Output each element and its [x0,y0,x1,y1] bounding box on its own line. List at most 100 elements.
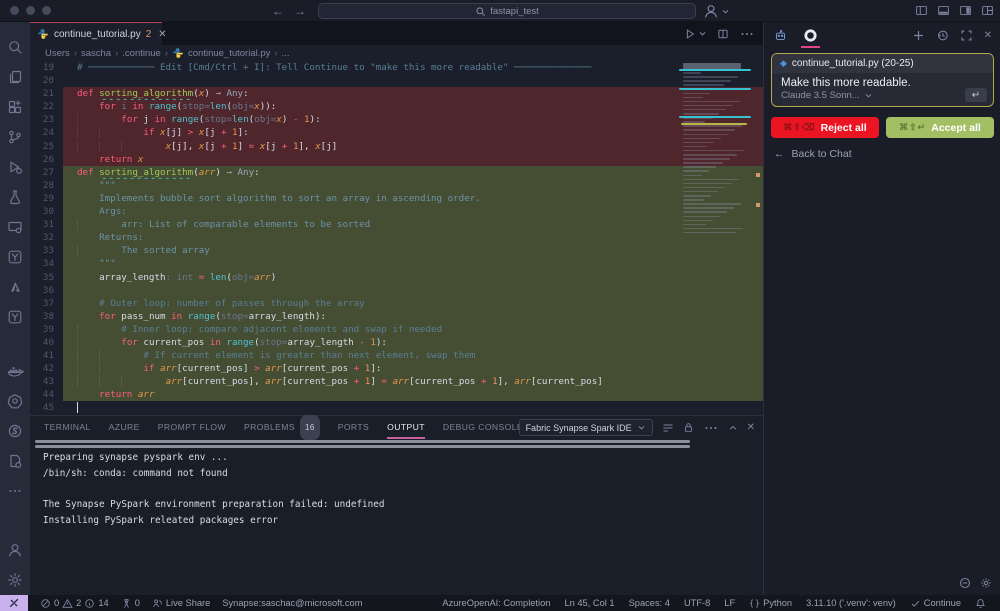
code-line-21[interactable]: 21def sorting_algorithm(x) → Any: [30,87,763,100]
panel-tab-ports[interactable]: PORTS [338,416,369,439]
activity-account-icon[interactable] [0,535,30,565]
minimap[interactable] [679,61,751,415]
code-line-41[interactable]: 41 # If current element is greater than … [30,349,763,362]
lock-scroll-icon[interactable] [683,422,694,433]
ports-status[interactable]: 0 [121,598,140,609]
panel-tab-azure[interactable]: AZURE [109,416,140,439]
status-lf[interactable]: LF [724,598,735,608]
code-line-26[interactable]: 26 return x [30,153,763,166]
code-line-32[interactable]: 32 Returns: [30,231,763,244]
status-ln-45-col-1[interactable]: Ln 45, Col 1 [564,598,614,608]
edit-range-chip[interactable]: ◆ continue_tutorial.py (20-25) [772,54,993,73]
panel-tab-output[interactable]: OUTPUT [387,416,425,439]
model-selector[interactable]: Claude 3.5 Sonn... [781,90,873,101]
command-center-search[interactable]: fastapi_test [318,3,696,19]
panel-more-actions-button[interactable] [703,420,719,436]
activity-docker-icon[interactable] [0,356,30,386]
code-line-37[interactable]: 37 # Outer loop: number of passes throug… [30,297,763,310]
activity-run-debug-icon[interactable] [0,152,30,182]
status-spaces-4[interactable]: Spaces: 4 [629,598,670,608]
output-wordwrap-button[interactable] [662,422,674,434]
accept-all-button[interactable]: ⌘⇧↵ Accept all [886,117,994,138]
code-line-34[interactable]: 34 """ [30,257,763,270]
activity-api-request-icon[interactable] [0,446,30,476]
run-python-file-button[interactable] [684,28,696,40]
tab-continue[interactable] [801,22,820,48]
activity-settings-gear-icon[interactable] [0,565,30,595]
minimize-window-button[interactable] [26,6,35,15]
activity-remote-explorer-icon[interactable] [0,212,30,242]
activity-search-icon[interactable] [0,32,30,62]
panel-tab-prompt-flow[interactable]: PROMPT FLOW [158,416,226,439]
status-python[interactable]: Python [749,598,792,609]
code-line-22[interactable]: 22 for i in range(stop=len(obj=x)): [30,100,763,113]
toggle-secondary-sidebar-button[interactable] [959,4,972,17]
close-window-button[interactable] [10,6,19,15]
activity-source-control-icon[interactable] [0,122,30,152]
zoom-window-button[interactable] [42,6,51,15]
code-line-27[interactable]: 27def sorting_algorithm(arr) → Any: [30,166,763,179]
code-line-33[interactable]: 33 The sorted array [30,244,763,257]
activity-kubernetes-icon[interactable] [0,386,30,416]
toggle-panel-button[interactable] [937,4,950,17]
code-line-35[interactable]: 35 array_length: int = len(obj=arr) [30,271,763,284]
back-to-chat-link[interactable]: ← Back to Chat [774,148,852,160]
collapse-icon[interactable] [959,577,971,589]
maximize-panel-button[interactable] [728,423,738,433]
breadcrumb-item[interactable]: Users [45,48,70,59]
activity-explorer-files-icon[interactable] [0,62,30,92]
breadcrumb-item[interactable]: sascha [81,48,111,59]
code-line-44[interactable]: 44 return arr [30,388,763,401]
code-line-23[interactable]: 23 for j in range(stop=len(obj=x) - 1): [30,113,763,126]
toggle-primary-sidebar-button[interactable] [915,4,928,17]
history-forward-button[interactable]: → [294,4,306,18]
profile-menu[interactable] [703,3,730,19]
continue-settings-icon[interactable] [980,577,992,589]
new-session-button[interactable] [912,29,925,42]
code-line-38[interactable]: 38 for pass_num in range(stop=array_leng… [30,310,763,323]
run-options-chevron-icon[interactable] [698,29,707,38]
tab-continue-tutorial[interactable]: continue_tutorial.py 2 ✕ [30,22,162,45]
azure-account-status[interactable]: Synapse:saschac@microsoft.com [222,598,362,608]
code-line-24[interactable]: 24 if x[j] > x[j + 1]: [30,126,763,139]
edit-prompt-card[interactable]: ◆ continue_tutorial.py (20-25) Make this… [771,53,994,107]
activity-synapse-spark-icon[interactable] [0,416,30,446]
close-tab-button[interactable]: ✕ [158,29,166,40]
output-channel-select[interactable]: Fabric Synapse Spark IDE [519,419,653,436]
breadcrumb[interactable]: Users›sascha›.continue›continue_tutorial… [30,45,763,61]
code-line-20[interactable]: 20 [30,74,763,87]
editor-more-actions-button[interactable] [739,26,755,42]
code-line-39[interactable]: 39 # Inner loop: compare adjacent elemen… [30,323,763,336]
tab-teams-toolkit[interactable] [772,22,789,48]
activity-workflow-icon[interactable] [0,302,30,332]
panel-tab-debug-console[interactable]: DEBUG CONSOLE [443,416,523,439]
code-line-40[interactable]: 40 for current_pos in range(stop=array_l… [30,336,763,349]
reject-all-button[interactable]: ⌘⇧⌫ Reject all [771,117,879,138]
activity-azure-icon[interactable] [0,272,30,302]
code-line-31[interactable]: 31 arr: List of comparable elements to b… [30,218,763,231]
remote-indicator[interactable] [0,595,28,611]
code-line-43[interactable]: 43 arr[current_pos], arr[current_pos + 1… [30,375,763,388]
code-line-42[interactable]: 42 if arr[current_pos] > arr[current_pos… [30,362,763,375]
status-continue[interactable]: Continue [910,598,961,609]
activity-prompt-flow-icon[interactable] [0,242,30,272]
notifications-bell-button[interactable] [975,598,986,609]
code-line-19[interactable]: 19# ──────────── Edit [Cmd/Ctrl + I]: Te… [30,61,763,74]
close-panel-button[interactable]: ✕ [747,422,755,433]
breadcrumb-item[interactable]: .continue [122,48,161,59]
code-line-36[interactable]: 36 [30,284,763,297]
history-button[interactable] [936,29,949,42]
status-azureopenai-completion[interactable]: AzureOpenAI: Completion [442,598,550,608]
history-back-button[interactable]: ← [272,4,284,18]
breadcrumb-item[interactable]: ... [282,48,290,59]
status-utf-8[interactable]: UTF-8 [684,598,710,608]
breadcrumb-item[interactable]: continue_tutorial.py [188,48,270,59]
split-editor-button[interactable] [717,28,729,40]
activity-more-icon[interactable] [0,476,30,506]
code-line-25[interactable]: 25 x[j], x[j + 1] = x[j + 1], x[j] [30,140,763,153]
close-sidepanel-button[interactable]: ✕ [984,30,992,41]
maximize-view-button[interactable] [960,29,973,42]
code-line-30[interactable]: 30 Args: [30,205,763,218]
panel-tab-problems[interactable]: PROBLEMS16 [244,416,320,439]
submit-prompt-button[interactable]: ↵ [965,88,987,102]
